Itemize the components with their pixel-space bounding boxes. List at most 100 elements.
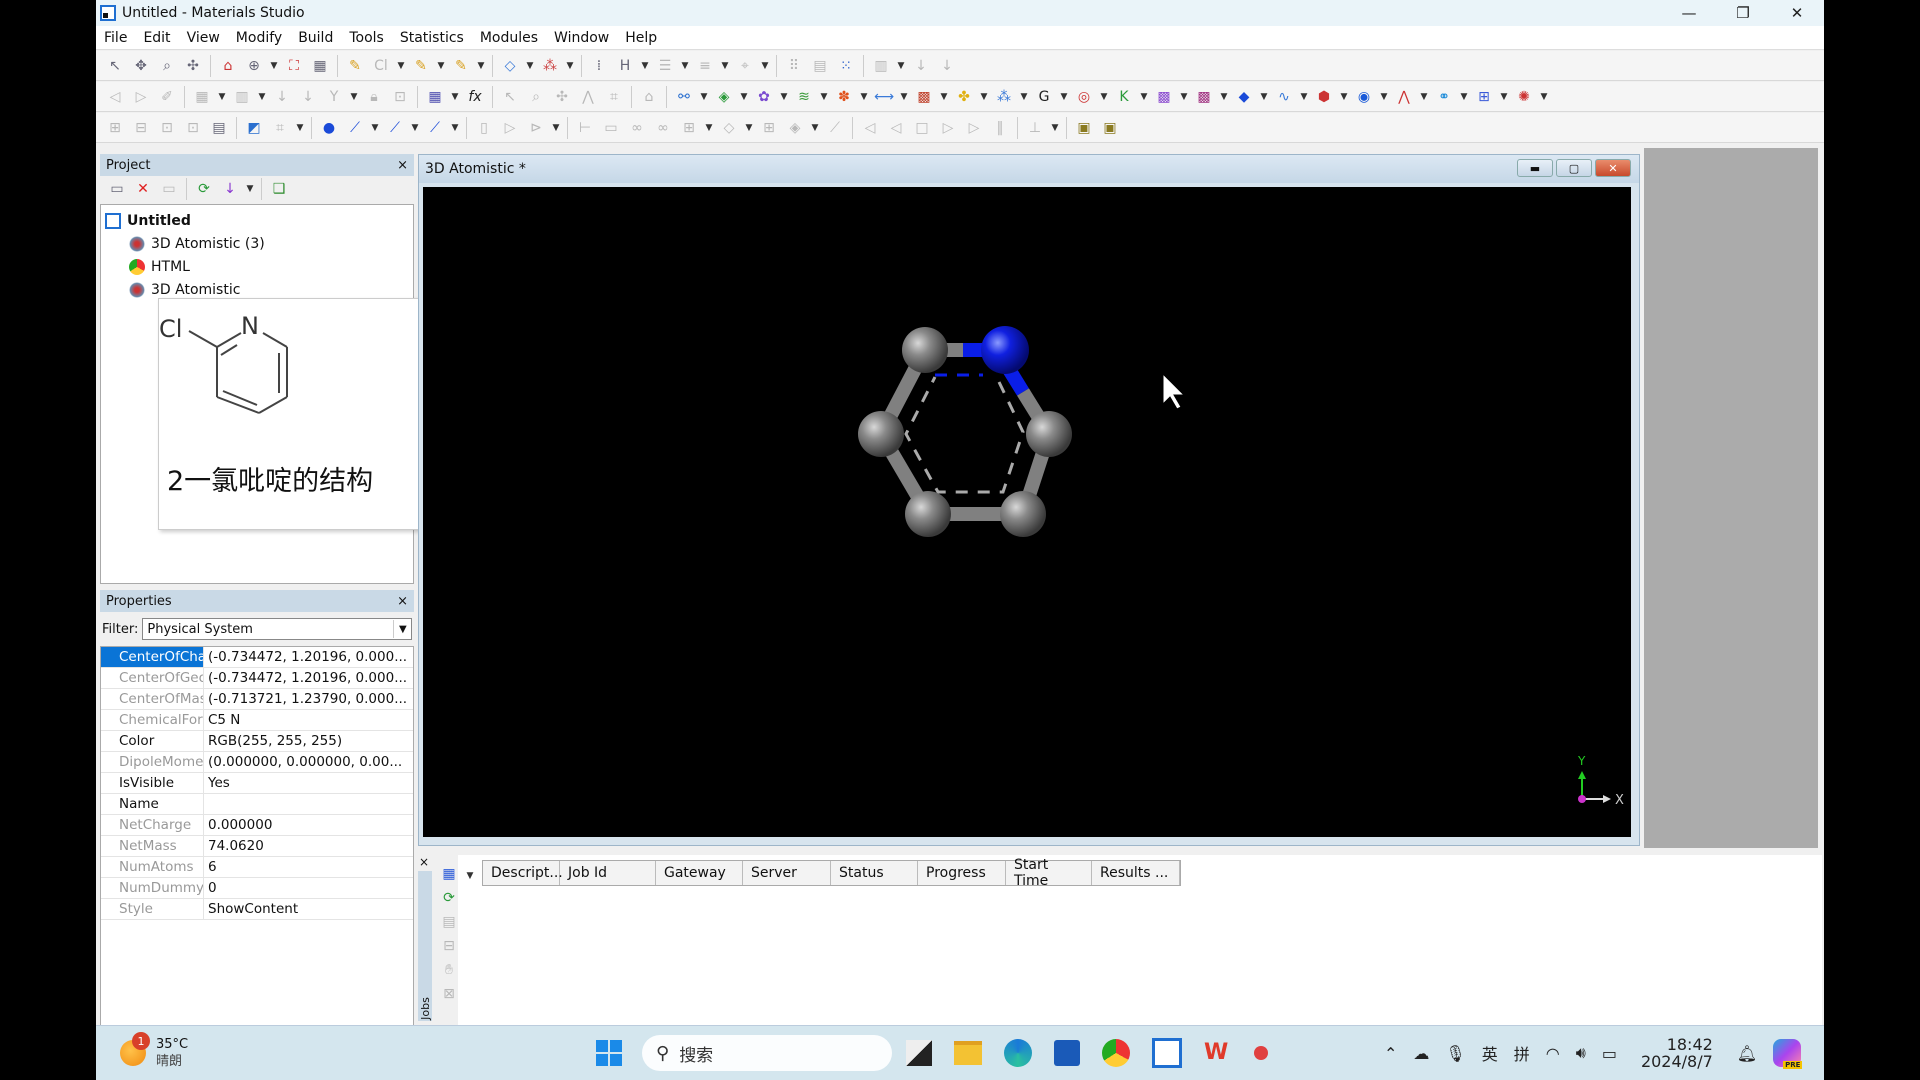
symmetry-tool-icon[interactable]: ⌗ [269,117,291,139]
copilot-icon[interactable]: PRE [1773,1039,1803,1069]
property-value[interactable]: (0.000000, 0.000000, 0.00... [204,752,402,772]
delete-icon[interactable]: ✕ [132,178,154,200]
symmetry-icon[interactable]: ⌖ [734,55,756,77]
unlock-icon[interactable]: ⊡ [389,86,411,108]
property-row[interactable]: NetCharge 0.000000 [101,815,413,836]
restore-button[interactable]: ❐ [1716,0,1770,26]
step-icon[interactable]: ⊳ [525,117,547,139]
close-button[interactable]: ✕ [1770,0,1824,26]
link-icon[interactable]: ∞ [626,117,648,139]
dropdown-icon[interactable]: ▼ [450,117,460,139]
column-gateway[interactable]: Gateway [656,861,743,885]
dropdown-icon[interactable]: ▼ [525,55,535,77]
clean-icon[interactable]: ◇ [499,55,521,77]
menu-statistics[interactable]: Statistics [392,30,472,46]
dropdown-icon[interactable]: ▼ [1299,86,1309,108]
grid-build-icon[interactable]: ⊞ [678,117,700,139]
module-dftb-icon[interactable]: ▩ [913,86,935,108]
property-row[interactable]: CenterOfCha (-0.734472, 1.20196, 0.000... [101,647,413,668]
atoms-icon[interactable]: ⁂ [539,55,561,77]
nitrogen-atom[interactable] [981,326,1029,374]
property-row[interactable]: CenterOfGeo (-0.734472, 1.20196, 0.000... [101,668,413,689]
dropdown-icon[interactable]: ▼ [410,117,420,139]
property-value[interactable]: (-0.713721, 1.23790, 0.000... [204,689,407,709]
property-row[interactable]: Style ShowContent [101,899,413,920]
zoom-icon[interactable]: ⌕ [156,55,178,77]
sort-az-icon[interactable]: ↓ [271,86,293,108]
dropdown-icon[interactable]: ▼ [699,86,709,108]
table-view-icon[interactable]: ▦ [440,865,458,883]
menu-window[interactable]: Window [546,30,617,46]
chrome-icon[interactable] [1102,1039,1130,1067]
dropdown-icon[interactable]: ▼ [1139,86,1149,108]
column-job-id[interactable]: Job Id [560,861,656,885]
zoom-chart-icon[interactable]: ⌕ [525,86,547,108]
properties-close-button[interactable]: × [397,594,408,609]
carbon-atom[interactable] [1000,491,1046,537]
dropdown-icon[interactable]: ▼ [744,117,754,139]
add-bond-icon[interactable]: ⟋ [344,117,366,139]
weather-widget[interactable]: 1 35°C 晴朗 [120,1032,188,1072]
color-atoms-icon[interactable]: ⁙ [835,55,857,77]
recorder-icon[interactable] [1254,1046,1268,1060]
dropdown-icon[interactable]: ▼ [1050,117,1060,139]
module-mesocite-icon[interactable]: ⚭ [1433,86,1455,108]
module-mesodyn-icon[interactable]: ≋ [793,86,815,108]
anim-first-icon[interactable]: ◁ [859,117,881,139]
tree-item-3d-atomistic-3[interactable]: 3D Atomistic (3) [105,232,409,255]
chart-icon[interactable]: ▥ [870,55,892,77]
dropdown-icon[interactable]: ▼ [1419,86,1429,108]
prev-icon[interactable]: ◁ [104,86,126,108]
new-item-icon[interactable]: ▭ [158,178,180,200]
wps-office-icon[interactable]: W [1204,1040,1232,1066]
microphone-icon[interactable]: 🎙︎ [1445,1044,1465,1063]
sketch-ring-icon[interactable]: ✎ [410,55,432,77]
module-vamp-icon[interactable]: ✤ [953,86,975,108]
viewer-minimize-button[interactable]: ▬ [1517,159,1553,177]
project-close-button[interactable]: × [397,158,408,173]
dropdown-icon[interactable]: ▼ [680,55,690,77]
property-row[interactable]: ChemicalFormC5 N [101,710,413,731]
dropdown-icon[interactable]: ▼ [899,86,909,108]
dropdown-icon[interactable]: ▼ [436,55,446,77]
pan-icon[interactable]: ✣ [551,86,573,108]
volume-icon[interactable]: 🔊︎ [1576,1043,1586,1063]
property-row[interactable]: Name [101,794,413,815]
module-qsar-icon[interactable]: ⊞ [1473,86,1495,108]
style-icon[interactable]: ✐ [156,86,178,108]
dropdown-icon[interactable]: ▼ [476,55,486,77]
property-value[interactable]: ShowContent [204,899,298,919]
module-forcite-icon[interactable]: ⚯ [673,86,695,108]
taskbar-search-box[interactable]: ⚲ 搜索 [642,1035,892,1071]
job-properties-icon[interactable]: ▤ [440,913,458,931]
menu-edit[interactable]: Edit [135,30,178,46]
notification-bell-icon[interactable]: 🔔︎ [1737,1044,1757,1063]
file-explorer-icon[interactable] [954,1041,982,1065]
dropdown-icon[interactable]: ▼ [349,86,359,108]
cell-2-icon[interactable]: ⊟ [130,117,152,139]
lattice-icon[interactable]: ⁞ [588,55,610,77]
anim-options-icon[interactable]: ⊥ [1024,117,1046,139]
module-sorption-icon[interactable]: ⬢ [1313,86,1335,108]
select-icon[interactable]: ↖ [499,86,521,108]
label-icon[interactable]: ▤ [809,55,831,77]
module-adsorption-icon[interactable]: ✺ [1513,86,1535,108]
menu-view[interactable]: View [179,30,228,46]
dropdown-icon[interactable]: ▼ [370,117,380,139]
job-download-icon[interactable]: ⊟ [440,937,458,955]
onedrive-warning-icon[interactable]: ☁︎ [1413,1044,1429,1063]
property-value[interactable]: C5 N [204,710,240,730]
dropdown-icon[interactable]: ▼ [450,86,460,108]
property-value[interactable]: RGB(255, 255, 255) [204,731,342,751]
dropdown-icon[interactable]: ▼ [1339,86,1349,108]
filter-select[interactable]: Physical System ▼ [142,618,413,640]
property-row[interactable]: DipoleMome (0.000000, 0.000000, 0.00... [101,752,413,773]
dropdown-icon[interactable]: ▼ [465,865,475,887]
measure-icon[interactable]: ☰ [654,55,676,77]
module-conformers-icon[interactable]: ◎ [1073,86,1095,108]
module-motif-icon[interactable]: ◉ [1353,86,1375,108]
module-dmol-icon[interactable]: ⟷ [873,86,895,108]
viewer-close-button[interactable]: ✕ [1595,159,1631,177]
module-gulp-icon[interactable]: G [1033,86,1055,108]
dropdown-icon[interactable]: ▼ [819,86,829,108]
